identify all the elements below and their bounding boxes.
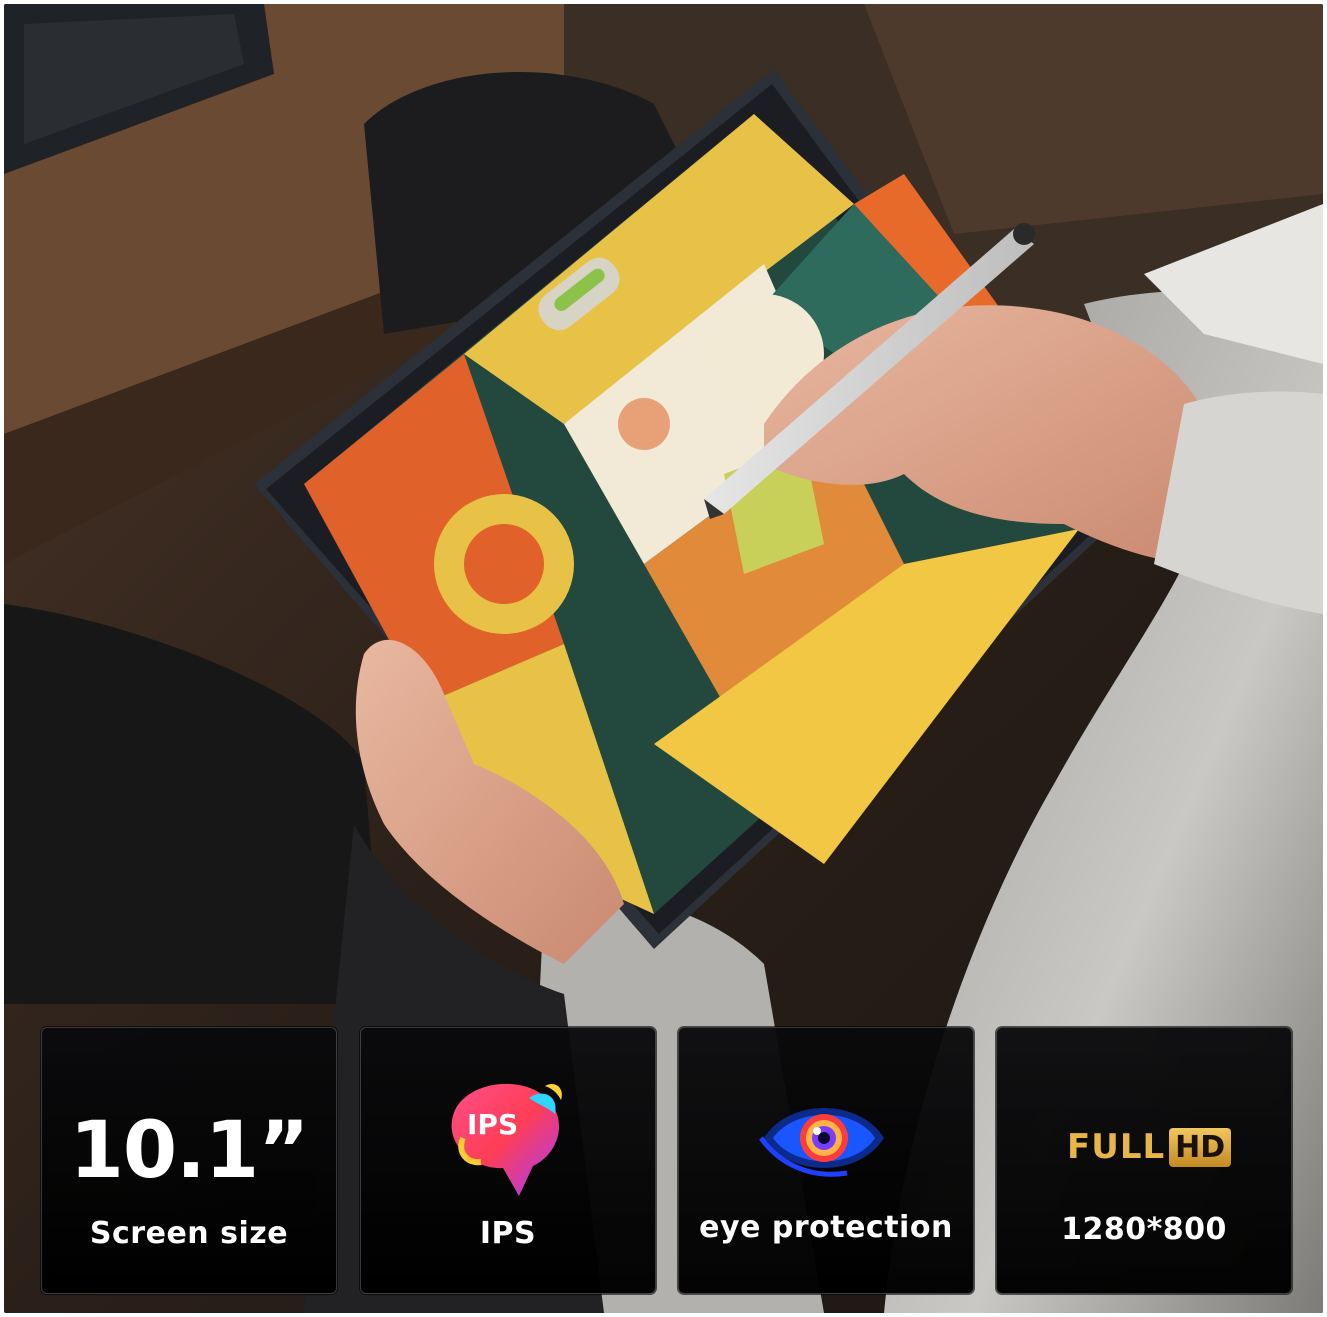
product-image: 10.1” Screen size IPS IPS eye protection… — [0, 0, 1327, 1317]
photo-illustration — [4, 4, 1323, 1313]
lifestyle-photo — [4, 4, 1323, 1313]
